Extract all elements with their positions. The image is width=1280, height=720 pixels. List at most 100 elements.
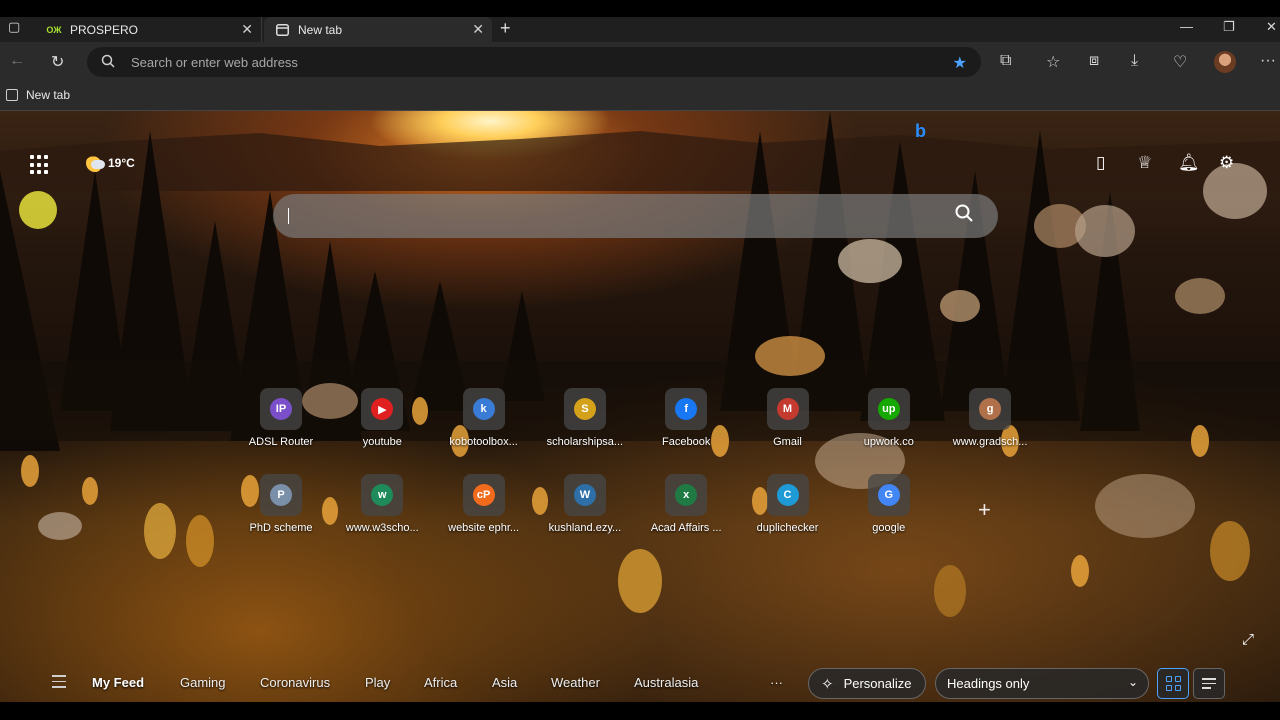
quick-link-tile[interactable]: Sscholarshipsa... xyxy=(535,388,635,448)
more-menu-icon[interactable]: ··· xyxy=(1260,52,1276,70)
refresh-icon[interactable]: ↻ xyxy=(51,52,64,72)
feed-tab-play[interactable]: Play xyxy=(365,675,390,690)
site-favicon-icon: up xyxy=(877,398,900,420)
partly-cloudy-icon xyxy=(86,154,105,172)
tab-new-tab[interactable]: New tab ✕ xyxy=(264,17,492,42)
quick-link-tile[interactable]: Ggoogle xyxy=(839,474,939,534)
collections-icon[interactable]: ⧈ xyxy=(1089,52,1099,70)
bing-icon[interactable]: b xyxy=(915,121,926,142)
grid-layout-button[interactable] xyxy=(1157,668,1189,699)
quick-link-label: youtube xyxy=(362,436,402,448)
tab-title: PROSPERO xyxy=(70,22,139,37)
quick-link-icon-box: g xyxy=(969,388,1012,430)
tab-prospero[interactable]: OЖ PROSPERO ✕ xyxy=(36,17,262,42)
feed-tab-weather[interactable]: Weather xyxy=(551,675,600,690)
feed-tab-australasia[interactable]: Australasia xyxy=(634,675,698,690)
close-window-icon[interactable]: ✕ xyxy=(1266,19,1277,35)
quick-link-icon-box: M xyxy=(766,388,809,430)
new-tab-button[interactable]: + xyxy=(500,18,511,39)
settings-gear-icon[interactable]: ⚙ xyxy=(1219,153,1234,173)
notifications-bell-icon[interactable]: 🔔︎ xyxy=(1178,153,1200,173)
quick-link-icon-box: cP xyxy=(462,474,505,516)
download-icon[interactable]: ⤓ xyxy=(1131,52,1138,70)
feed-navigation-bar: My Feed Gaming Coronavirus Play Africa A… xyxy=(0,666,1280,702)
quick-link-label: scholarshipsa... xyxy=(546,436,624,448)
favorites-item-new-tab[interactable]: New tab xyxy=(6,88,70,102)
close-icon[interactable]: ✕ xyxy=(472,21,484,38)
feed-tab-asia[interactable]: Asia xyxy=(492,675,517,690)
quick-link-tile[interactable]: IP ADSL Router xyxy=(231,388,331,448)
quick-link-label: Gmail xyxy=(773,436,802,448)
quick-link-tile[interactable]: w www.w3scho... xyxy=(332,474,432,534)
quick-link-label: PhD scheme xyxy=(249,522,313,534)
quick-link-tile[interactable]: k kobotoolbox... xyxy=(434,388,534,448)
quick-link-tile[interactable]: Cduplichecker xyxy=(738,474,838,534)
newtab-icon xyxy=(274,23,290,37)
add-shortcut-icon[interactable]: + xyxy=(978,497,991,523)
quick-link-icon-box: G xyxy=(867,474,910,516)
web-search-box[interactable] xyxy=(273,194,998,238)
feed-tab-africa[interactable]: Africa xyxy=(424,675,457,690)
grid-icon xyxy=(1165,676,1181,691)
weather-widget[interactable]: 19°C xyxy=(86,154,135,172)
quick-link-tile[interactable]: M Gmail xyxy=(738,388,838,448)
search-icon xyxy=(101,54,119,71)
quick-link-label: kobotoolbox... xyxy=(449,436,518,448)
mouse-cursor-highlight xyxy=(19,191,57,229)
quick-link-icon-box: W xyxy=(563,474,606,516)
favorites-icon[interactable]: ☆ xyxy=(1046,52,1060,72)
quick-link-icon-box: ▶ xyxy=(361,388,404,430)
quick-link-label: upwork.co xyxy=(863,436,914,448)
browser-toolbar: ← ↻ Search or enter web address ★ ⧉ ☆ ⧈ … xyxy=(0,42,1280,82)
quick-link-tile[interactable]: Wkushland.ezy... xyxy=(535,474,635,534)
extensions-icon[interactable]: ⧉ xyxy=(1000,52,1011,70)
quick-link-label: www.gradsch... xyxy=(952,436,1028,448)
restore-icon[interactable]: ❐ xyxy=(1223,19,1235,35)
list-icon xyxy=(1202,675,1216,692)
quick-link-label: Facebook xyxy=(662,436,711,448)
quick-link-icon-box: IP xyxy=(260,388,302,430)
apps-grid-icon[interactable] xyxy=(30,155,50,175)
list-layout-button[interactable] xyxy=(1193,668,1225,699)
site-favicon-icon: w xyxy=(371,484,394,506)
quick-link-tile[interactable]: g www.gradsch... xyxy=(940,388,1040,448)
quick-link-icon-box: P xyxy=(260,474,302,516)
feed-tab-gaming[interactable]: Gaming xyxy=(180,675,226,690)
quick-link-tile[interactable]: ▶ youtube xyxy=(332,388,432,448)
tab-actions-icon[interactable]: ▢ xyxy=(8,19,20,35)
quick-link-tile[interactable]: P PhD scheme xyxy=(231,474,331,534)
favorite-star-icon[interactable]: ★ xyxy=(953,53,967,73)
more-feeds-icon[interactable]: ··· xyxy=(770,675,783,690)
quick-link-tile[interactable]: x Acad Affairs ... xyxy=(636,474,736,534)
tab-strip: ▢ OЖ PROSPERO ✕ New tab ✕ + — ❐ ✕ xyxy=(0,17,1280,42)
personalize-button[interactable]: ✧ Personalize xyxy=(808,668,926,699)
site-favicon-icon: x xyxy=(675,484,698,506)
quick-link-label: website ephr... xyxy=(448,522,520,534)
feed-tab-coronavirus[interactable]: Coronavirus xyxy=(260,675,330,690)
expand-icon[interactable]: ⤢ xyxy=(1242,631,1254,648)
back-icon[interactable]: ← xyxy=(9,52,25,70)
chevron-down-icon: ⌄ xyxy=(1127,675,1138,689)
quick-link-tile[interactable]: f Facebook xyxy=(636,388,736,448)
search-icon[interactable] xyxy=(955,204,973,227)
new-tab-page: 19°C ▯ ♕ 🔔︎ ⚙ b IP ADSL Router ▶ youtube k ko… xyxy=(0,111,1280,702)
quick-link-tile[interactable]: up upwork.co xyxy=(839,388,939,448)
browser-essentials-icon[interactable]: ♡ xyxy=(1173,52,1187,72)
feed-tab-my-feed[interactable]: My Feed xyxy=(92,675,144,690)
quick-link-tile[interactable]: cP website ephr... xyxy=(434,474,534,534)
close-icon[interactable]: ✕ xyxy=(241,21,253,38)
address-bar[interactable]: Search or enter web address ★ xyxy=(87,47,981,77)
sparkle-icon: ✧ xyxy=(821,675,834,693)
text-caret xyxy=(288,208,289,224)
rewards-icon[interactable]: ♕ xyxy=(1137,153,1152,173)
phone-icon[interactable]: ▯ xyxy=(1096,153,1105,173)
screen-bottom-border xyxy=(0,702,1280,720)
quick-link-label: kushland.ezy... xyxy=(548,522,622,534)
quick-link-icon-box: w xyxy=(361,474,404,516)
content-visibility-select[interactable]: Headings only ⌄ xyxy=(935,668,1149,699)
profile-avatar[interactable] xyxy=(1214,51,1236,73)
minimize-icon[interactable]: — xyxy=(1180,19,1193,34)
site-favicon-icon: G xyxy=(877,484,900,506)
hamburger-menu-icon[interactable] xyxy=(52,675,66,692)
site-favicon-icon: IP xyxy=(270,398,292,420)
